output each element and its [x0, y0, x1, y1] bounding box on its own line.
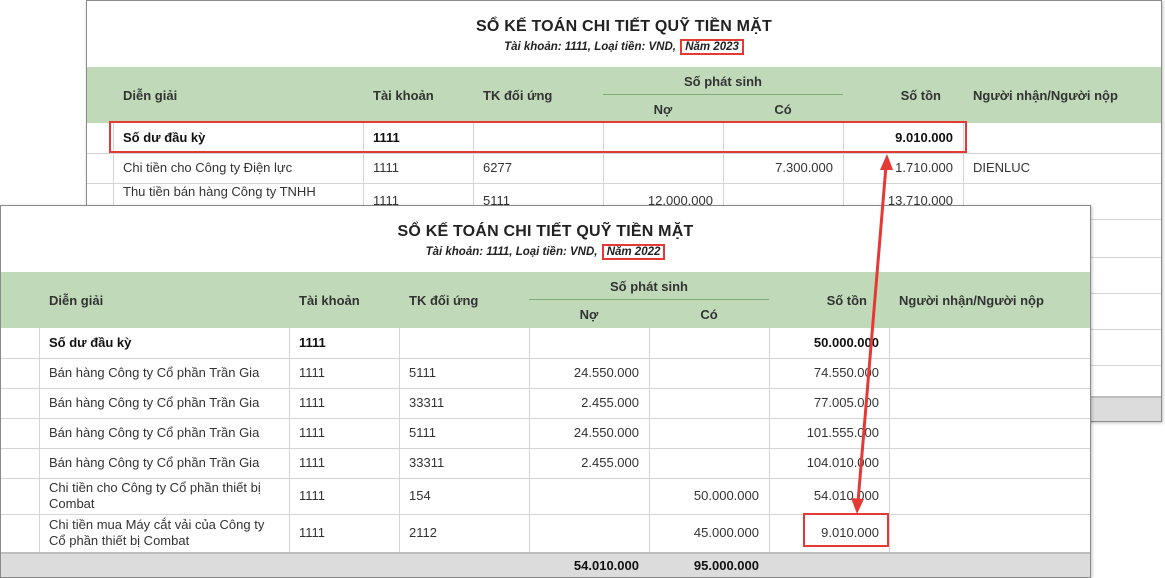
cell-tai-khoan: 1111 [299, 425, 326, 440]
col-tk-doi-ung[interactable]: TK đối ứng [409, 293, 478, 308]
cell-tk-doi-ung: 154 [409, 488, 431, 503]
cell-tk-doi-ung: 5111 [409, 365, 436, 380]
subtitle-account: Tài khoản: 1111, Loại tiền: VND, [425, 246, 598, 258]
opening-balance-highlight [109, 121, 967, 153]
closing-balance-highlight [803, 513, 889, 547]
report-window-2022: SỔ KẾ TOÁN CHI TIẾT QUỸ TIỀN MẶT Tài kho… [0, 205, 1091, 578]
cell-co [649, 358, 769, 388]
cell-so-ton: 77.005.000 [813, 395, 879, 410]
cell-tai-khoan: 1111 [299, 525, 326, 540]
cell-co: 45.000.000 [693, 525, 759, 540]
cell-nguoi: DIENLUC [973, 160, 1031, 175]
header-divider [603, 94, 843, 95]
col-no[interactable]: Nợ [603, 102, 723, 117]
cell-tai-khoan: 1111 [299, 335, 326, 350]
table-row[interactable]: Bán hàng Công ty Cổ phần Trần Gia 1111 3… [1, 448, 1090, 479]
cell-co: 50.000.000 [693, 488, 759, 503]
year-label-highlighted: Năm 2022 [601, 244, 666, 260]
col-dien-giai[interactable]: Diễn giải [123, 88, 177, 103]
col-tai-khoan[interactable]: Tài khoản [299, 293, 360, 308]
col-co[interactable]: Có [723, 102, 843, 117]
cell-dien-giai: Bán hàng Công ty Cổ phần Trần Gia [49, 365, 260, 380]
cell-dien-giai: Chi tiền mua Máy cắt vải của Công ty Cổ … [49, 517, 265, 548]
cell-so-ton: 50.000.000 [813, 335, 879, 350]
col-so-phat-sinh[interactable]: Số phát sinh [603, 74, 843, 89]
header-divider [529, 299, 769, 300]
col-divider [39, 328, 40, 552]
cell-no: 2.455.000 [581, 455, 639, 470]
report-title: SỔ KẾ TOÁN CHI TIẾT QUỸ TIỀN MẶT [476, 18, 772, 35]
opening-balance-row[interactable]: Số dư đầu kỳ 1111 50.000.000 [1, 328, 1090, 359]
report-title: SỔ KẾ TOÁN CHI TIẾT QUỸ TIỀN MẶT [397, 223, 694, 240]
cell-dien-giai: Bán hàng Công ty Cổ phần Trần Gia [49, 425, 260, 440]
cell-tk-doi-ung: 33311 [409, 455, 445, 470]
table-row[interactable]: Chi tiền mua Máy cắt vải của Công ty Cổ … [1, 514, 1090, 553]
cell-tk-doi-ung: 2112 [409, 525, 437, 540]
cell-tk-doi-ung: 5111 [409, 425, 436, 440]
col-so-phat-sinh[interactable]: Số phát sinh [529, 279, 769, 294]
cell-co: 7.300.000 [775, 160, 833, 175]
table-row[interactable]: Bán hàng Công ty Cổ phần Trần Gia 1111 3… [1, 388, 1090, 419]
subtitle-account: Tài khoản: 1111, Loại tiền: VND, [504, 41, 676, 53]
col-tai-khoan[interactable]: Tài khoản [373, 88, 434, 103]
cell-dien-giai: Số dư đầu kỳ [49, 335, 132, 350]
col-divider [289, 328, 290, 552]
cell-co [649, 448, 769, 478]
totals-row: 54.010.000 95.000.000 [1, 552, 1090, 577]
cell-tai-khoan: 1111 [299, 395, 326, 410]
year-label-highlighted: Năm 2023 [680, 39, 744, 55]
table-header: Diễn giải Tài khoản TK đối ứng Số phát s… [87, 67, 1161, 123]
col-co[interactable]: Có [649, 307, 769, 322]
cell-no: 24.550.000 [573, 365, 639, 380]
cell-dien-giai: Chi tiền cho Công ty Điện lực [123, 160, 293, 175]
table-row[interactable]: Chi tiền cho Công ty Điện lực 1111 6277 … [87, 153, 1161, 184]
cell-no [529, 478, 649, 514]
cell-so-ton: 104.010.000 [806, 455, 879, 470]
col-nguoi-nhan-nop[interactable]: Người nhận/Người nộp [899, 293, 1044, 308]
cell-tai-khoan: 1111 [373, 160, 400, 175]
table-row[interactable]: Chi tiền cho Công ty Cổ phần thiết bị Co… [1, 478, 1090, 515]
cell-no: 24.550.000 [573, 425, 639, 440]
col-divider [399, 328, 400, 552]
col-so-ton[interactable]: Số tồn [843, 88, 941, 103]
cell-tai-khoan: 1111 [299, 488, 326, 503]
cell-dien-giai: Bán hàng Công ty Cổ phần Trần Gia [49, 395, 260, 410]
report-subtitle: Tài khoản: 1111, Loại tiền: VND, Năm 202… [1, 244, 1090, 260]
col-tk-doi-ung[interactable]: TK đối ứng [483, 88, 552, 103]
cell-tai-khoan: 1111 [299, 365, 326, 380]
col-divider [529, 328, 530, 552]
total-no: 54.010.000 [573, 557, 639, 573]
table-row[interactable]: Bán hàng Công ty Cổ phần Trần Gia 1111 5… [1, 358, 1090, 389]
table-row[interactable]: Bán hàng Công ty Cổ phần Trần Gia 1111 5… [1, 418, 1090, 449]
cell-so-ton: 101.555.000 [806, 425, 879, 440]
cell-dien-giai: Chi tiền cho Công ty Cổ phần thiết bị Co… [49, 480, 261, 511]
cell-co [649, 418, 769, 448]
total-co: 95.000.000 [693, 557, 759, 573]
cell-no [529, 514, 649, 552]
report-subtitle: Tài khoản: 1111, Loại tiền: VND, Năm 202… [87, 39, 1161, 55]
col-dien-giai[interactable]: Diễn giải [49, 293, 103, 308]
col-divider [889, 328, 890, 552]
cell-so-ton: 1.710.000 [895, 160, 953, 175]
cell-so-ton: 74.550.000 [813, 365, 879, 380]
cell-tk-doi-ung: 6277 [483, 160, 512, 175]
col-so-ton[interactable]: Số tồn [769, 293, 867, 308]
cell-tk-doi-ung: 33311 [409, 395, 445, 410]
cell-no: 2.455.000 [581, 395, 639, 410]
table-header: Diễn giải Tài khoản TK đối ứng Số phát s… [1, 272, 1090, 328]
col-no[interactable]: Nợ [529, 307, 649, 322]
col-nguoi-nhan-nop[interactable]: Người nhận/Người nộp [973, 88, 1118, 103]
cell-so-ton: 54.010.000 [813, 488, 879, 503]
col-divider [769, 328, 770, 552]
col-divider [649, 328, 650, 552]
cell-co [649, 388, 769, 418]
cell-dien-giai: Bán hàng Công ty Cổ phần Trần Gia [49, 455, 260, 470]
cell-tai-khoan: 1111 [299, 455, 326, 470]
